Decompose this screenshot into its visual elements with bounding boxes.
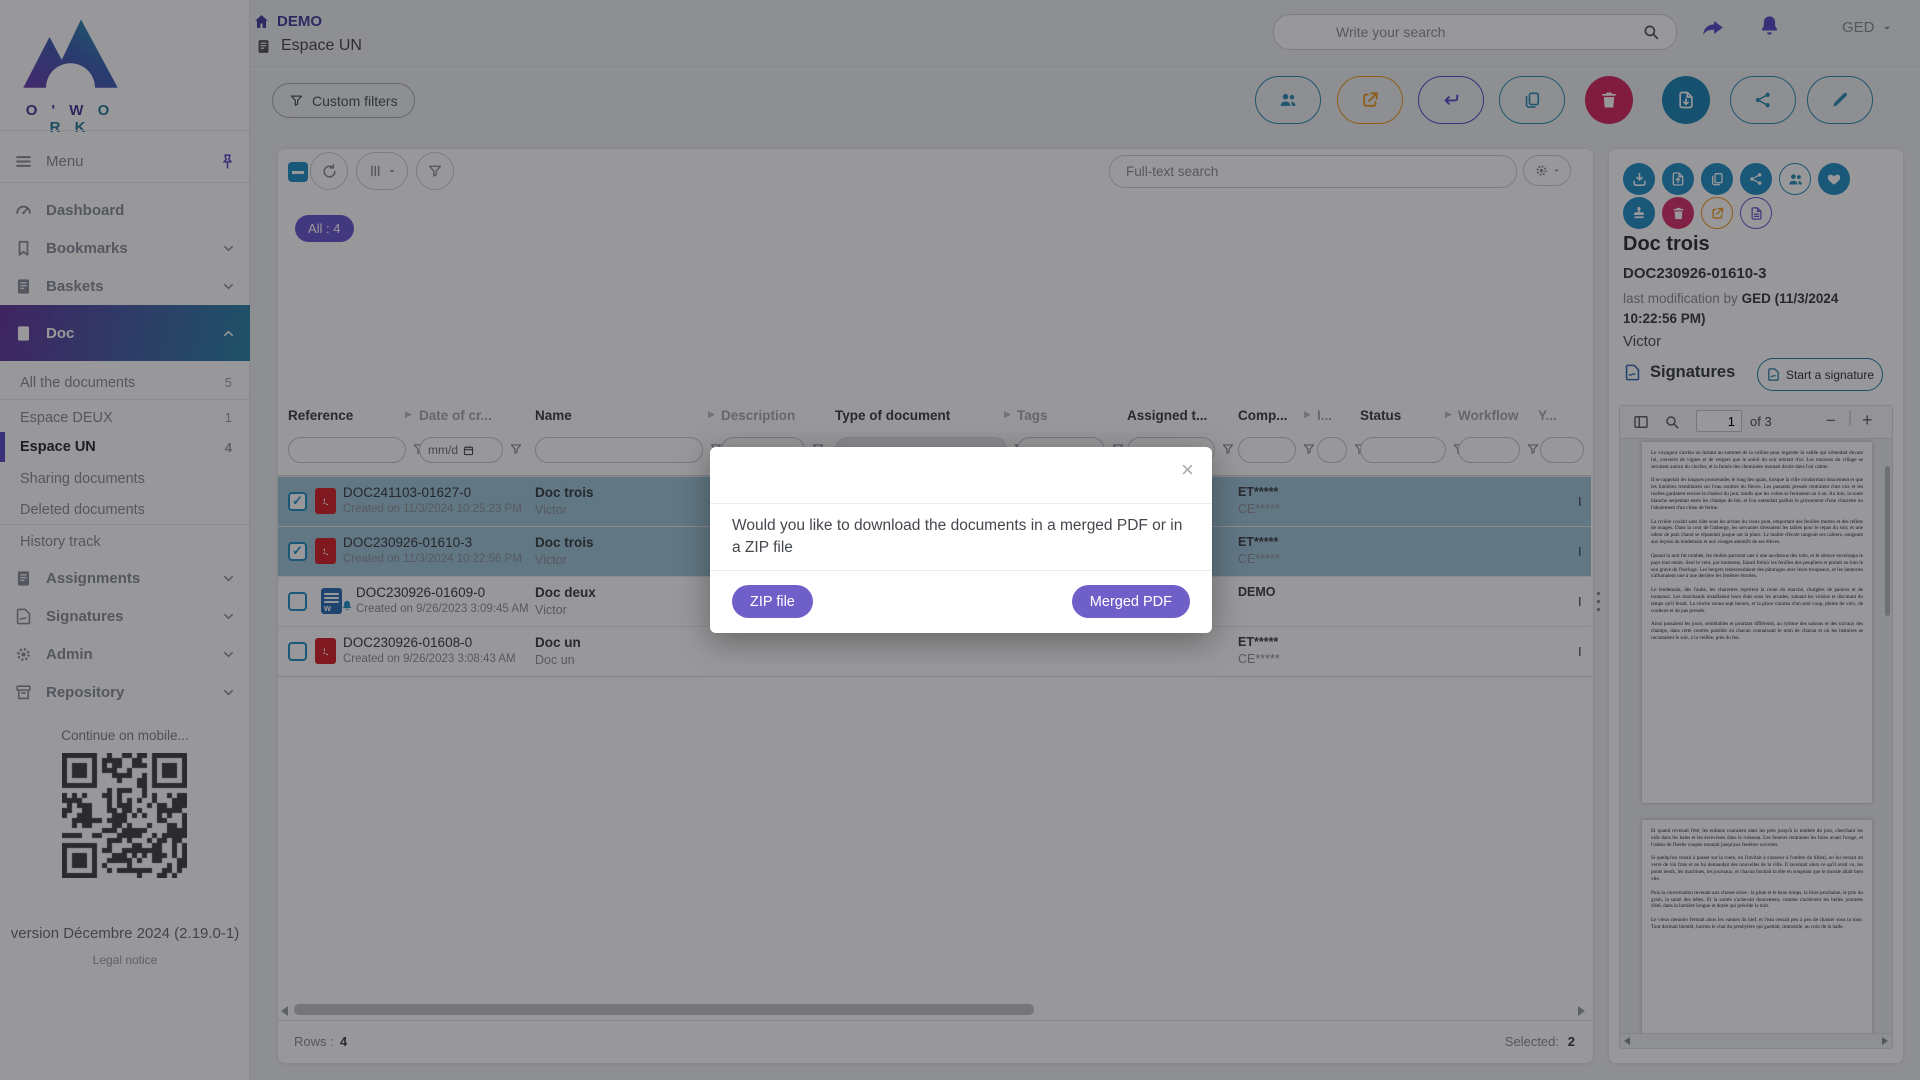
merged-pdf-button[interactable]: Merged PDF [1072, 585, 1190, 618]
modal-message: Would you like to download the documents… [732, 515, 1190, 560]
close-icon[interactable]: × [1181, 459, 1194, 481]
app-screen: O ' W O R K Menu Dashboard Bookmarks Bas… [0, 0, 1920, 1080]
download-choice-modal: × Would you like to download the documen… [710, 447, 1212, 633]
modal-footer: ZIP file Merged PDF [710, 570, 1212, 633]
modal-header: × [710, 447, 1212, 504]
zip-file-button[interactable]: ZIP file [732, 585, 813, 618]
